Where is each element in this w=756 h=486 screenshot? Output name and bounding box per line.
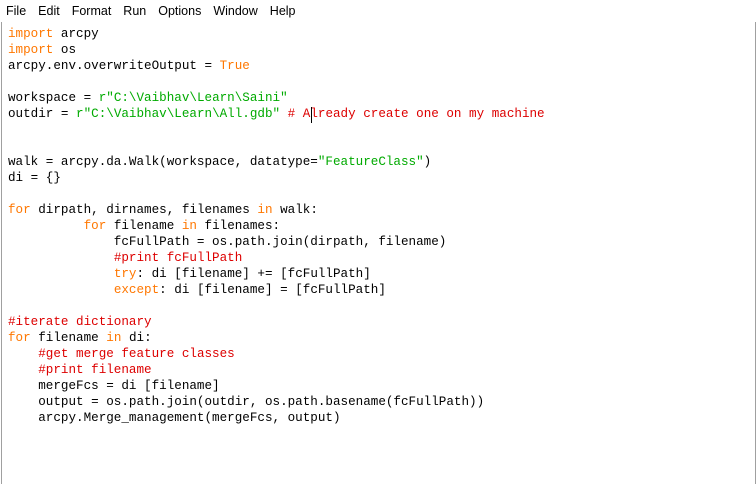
code-line: workspace = r"C:\Vaibhav\Learn\Saini" <box>8 90 545 106</box>
menu-run[interactable]: Run <box>117 0 152 22</box>
code-line: walk = arcpy.da.Walk(workspace, datatype… <box>8 154 545 170</box>
code-token: di: <box>121 331 152 345</box>
menu-edit[interactable]: Edit <box>32 0 66 22</box>
code-line: import arcpy <box>8 26 545 42</box>
code-token: walk = arcpy.da.Walk(workspace, datatype… <box>8 155 318 169</box>
code-token: True <box>219 59 250 73</box>
code-token: os <box>53 43 77 57</box>
code-token: in <box>181 219 197 233</box>
code-token: except <box>113 283 160 297</box>
code-token: #print filename <box>38 363 152 377</box>
code-token: #iterate dictionary <box>8 315 152 329</box>
code-line: outdir = r"C:\Vaibhav\Learn\All.gdb" # A… <box>8 106 545 122</box>
menu-bar: File Edit Format Run Options Window Help <box>0 0 756 22</box>
code-token: di = {} <box>8 171 61 185</box>
code-line: mergeFcs = di [filename] <box>8 378 545 394</box>
menu-help[interactable]: Help <box>264 0 302 22</box>
code-line: #print fcFullPath <box>8 250 545 266</box>
code-token: filename <box>30 331 107 345</box>
code-token: workspace = <box>8 91 99 105</box>
code-line: #get merge feature classes <box>8 346 545 362</box>
code-line: for dirpath, dirnames, filenames in walk… <box>8 202 545 218</box>
code-token: r"C:\Vaibhav\Learn\All.gdb" <box>76 107 281 121</box>
code-token: # Already create one on my machine <box>287 107 545 121</box>
code-line: output = os.path.join(outdir, os.path.ba… <box>8 394 545 410</box>
code-token: output = os.path.join(outdir, os.path.ba… <box>8 395 485 409</box>
code-line: import os <box>8 42 545 58</box>
code-token: in <box>106 331 122 345</box>
code-token: in <box>257 203 273 217</box>
code-token: arcpy.env.overwriteOutput = <box>8 59 220 73</box>
menu-options[interactable]: Options <box>152 0 207 22</box>
code-token: ) <box>423 155 432 169</box>
code-line: arcpy.Merge_management(mergeFcs, output) <box>8 410 545 426</box>
code-token: import <box>8 43 54 57</box>
code-token: arcpy.Merge_management(mergeFcs, output) <box>8 411 341 425</box>
code-token: fcFullPath = os.path.join(dirpath, filen… <box>8 235 447 249</box>
code-token: mergeFcs = di [filename] <box>8 379 220 393</box>
code-line: for filename in di: <box>8 330 545 346</box>
code-line: di = {} <box>8 170 545 186</box>
code-token: #get merge feature classes <box>38 347 235 361</box>
code-token: : di [filename] += [fcFullPath] <box>136 267 371 281</box>
code-editor[interactable]: import arcpy import os arcpy.env.overwrite… <box>1 22 756 484</box>
text-caret <box>311 107 313 123</box>
code-token: arcpy <box>53 27 99 41</box>
code-token: for <box>83 219 107 233</box>
code-line: #iterate dictionary <box>8 314 545 330</box>
code-line: try: di [filename] += [fcFullPath] <box>8 266 545 282</box>
code-token: #print fcFullPath <box>113 251 243 265</box>
code-token: dirpath, dirnames, filenames <box>30 203 258 217</box>
code-token: filename <box>106 219 182 233</box>
code-text: import arcpy import os arcpy.env.overwrite… <box>8 26 545 426</box>
code-token: r"C:\Vaibhav\Learn\Saini" <box>98 91 288 105</box>
code-line: fcFullPath = os.path.join(dirpath, filen… <box>8 234 545 250</box>
code-token: : di [filename] = [fcFullPath] <box>159 283 386 297</box>
code-line: for filename in filenames: <box>8 218 545 234</box>
code-token: outdir = <box>8 107 77 121</box>
code-token: for <box>8 331 31 345</box>
code-token: try <box>113 267 137 281</box>
code-token: import <box>8 27 54 41</box>
code-token: "FeatureClass" <box>317 155 424 169</box>
code-line: except: di [filename] = [fcFullPath] <box>8 282 545 298</box>
menu-format[interactable]: Format <box>66 0 118 22</box>
code-line: arcpy.env.overwriteOutput = True <box>8 58 545 74</box>
code-token: walk: <box>272 203 318 217</box>
code-token: for <box>8 203 31 217</box>
code-line: #print filename <box>8 362 545 378</box>
menu-file[interactable]: File <box>0 0 32 22</box>
menu-window[interactable]: Window <box>207 0 263 22</box>
code-token: filenames: <box>196 219 281 233</box>
